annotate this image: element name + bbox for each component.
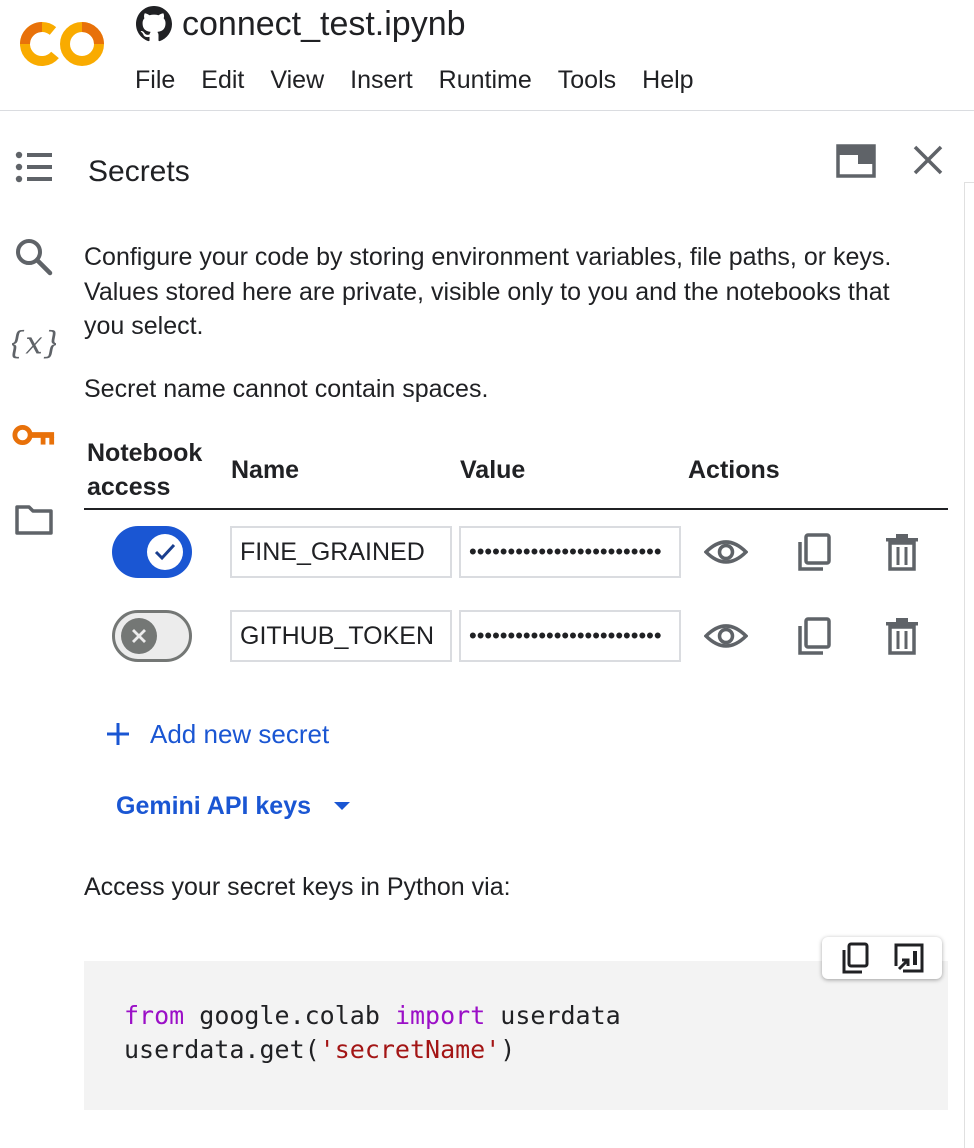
folder-icon[interactable] xyxy=(12,497,56,541)
plus-icon xyxy=(107,723,129,745)
menu-view[interactable]: View xyxy=(257,60,337,100)
github-icon[interactable] xyxy=(136,6,172,42)
panel-description: Configure your code by storing environme… xyxy=(84,243,892,340)
code-toolbar xyxy=(822,937,942,979)
copy-icon xyxy=(842,942,869,974)
show-value-button[interactable] xyxy=(704,530,748,574)
variables-icon[interactable]: {x} xyxy=(12,321,56,365)
add-new-secret-button[interactable]: Add new secret xyxy=(104,712,329,756)
code-keyword: from xyxy=(124,1001,185,1030)
panel-divider xyxy=(964,182,974,1148)
menu-insert[interactable]: Insert xyxy=(337,60,426,100)
code-call: userdata.get( xyxy=(124,1035,320,1064)
insert-cell-icon xyxy=(893,943,924,974)
panel-title: Secrets xyxy=(88,155,190,188)
header: connect_test.ipynb File Edit View Insert… xyxy=(0,0,974,111)
menu-edit[interactable]: Edit xyxy=(188,60,257,100)
trash-icon xyxy=(886,534,918,571)
menu-runtime[interactable]: Runtime xyxy=(426,60,545,100)
insert-code-cell-button[interactable] xyxy=(891,940,927,976)
code-name: userdata xyxy=(485,1001,621,1030)
code-snippet: from google.colab import userdata userda… xyxy=(84,961,948,1110)
code-module: google.colab xyxy=(184,1001,395,1030)
copy-code-button[interactable] xyxy=(837,940,873,976)
secret-row: GITHUB_TOKEN ••••••••••••••••••••••••• xyxy=(84,594,964,678)
trash-icon xyxy=(886,618,918,655)
notebook-title[interactable]: connect_test.ipynb xyxy=(182,2,466,46)
menu-bar: File Edit View Insert Runtime Tools Help xyxy=(122,60,707,100)
x-icon xyxy=(132,629,146,643)
svg-text:{x}: {x} xyxy=(12,327,56,362)
name-rule-note: Secret name cannot contain spaces. xyxy=(84,375,489,403)
eye-icon xyxy=(704,540,748,564)
code-text: from google.colab import userdata userda… xyxy=(124,999,621,1067)
secret-row: FINE_GRAINED ••••••••••••••••••••••••• xyxy=(84,510,964,594)
notebook-access-toggle[interactable] xyxy=(112,526,192,578)
secret-value-input[interactable]: ••••••••••••••••••••••••• xyxy=(459,526,681,578)
left-rail: {x} xyxy=(0,111,70,1148)
menu-help[interactable]: Help xyxy=(629,60,706,100)
gemini-api-keys-label: Gemini API keys xyxy=(116,791,311,820)
toggle-knob xyxy=(121,618,157,654)
notebook-access-toggle[interactable] xyxy=(112,610,192,662)
toc-icon[interactable] xyxy=(12,145,56,189)
code-string: 'secretName' xyxy=(319,1035,501,1064)
eye-icon xyxy=(704,624,748,648)
access-instructions: Access your secret keys in Python via: xyxy=(84,873,511,901)
col-header-name: Name xyxy=(231,456,300,484)
toggle-knob xyxy=(147,534,183,570)
close-icon[interactable] xyxy=(910,142,946,178)
colab-window: connect_test.ipynb File Edit View Insert… xyxy=(0,0,974,1148)
copy-icon xyxy=(798,617,831,655)
col-header-value: Value xyxy=(460,456,526,484)
col-header-actions: Actions xyxy=(688,456,780,484)
code-keyword: import xyxy=(394,1001,486,1030)
menu-tools[interactable]: Tools xyxy=(545,60,629,100)
menu-file[interactable]: File xyxy=(122,60,188,100)
secret-value-input[interactable]: ••••••••••••••••••••••••• xyxy=(459,610,681,662)
add-new-secret-label: Add new secret xyxy=(150,718,330,749)
gemini-api-keys-dropdown[interactable]: Gemini API keys xyxy=(116,784,351,828)
secret-name-input[interactable]: GITHUB_TOKEN xyxy=(230,610,452,662)
copy-value-button[interactable] xyxy=(792,614,836,658)
copy-value-button[interactable] xyxy=(792,530,836,574)
search-icon[interactable] xyxy=(12,235,56,279)
secret-name-input[interactable]: FINE_GRAINED xyxy=(230,526,452,578)
delete-secret-button[interactable] xyxy=(880,530,924,574)
caret-down-icon xyxy=(334,802,350,810)
check-icon xyxy=(154,543,176,561)
show-value-button[interactable] xyxy=(704,614,748,658)
key-icon[interactable] xyxy=(12,413,56,457)
delete-secret-button[interactable] xyxy=(880,614,924,658)
copy-icon xyxy=(798,533,831,571)
code-call-end: ) xyxy=(500,1035,516,1064)
open-in-tab-icon[interactable] xyxy=(836,144,876,178)
col-header-access: Notebook access xyxy=(87,439,203,501)
colab-logo-icon[interactable] xyxy=(20,18,104,70)
